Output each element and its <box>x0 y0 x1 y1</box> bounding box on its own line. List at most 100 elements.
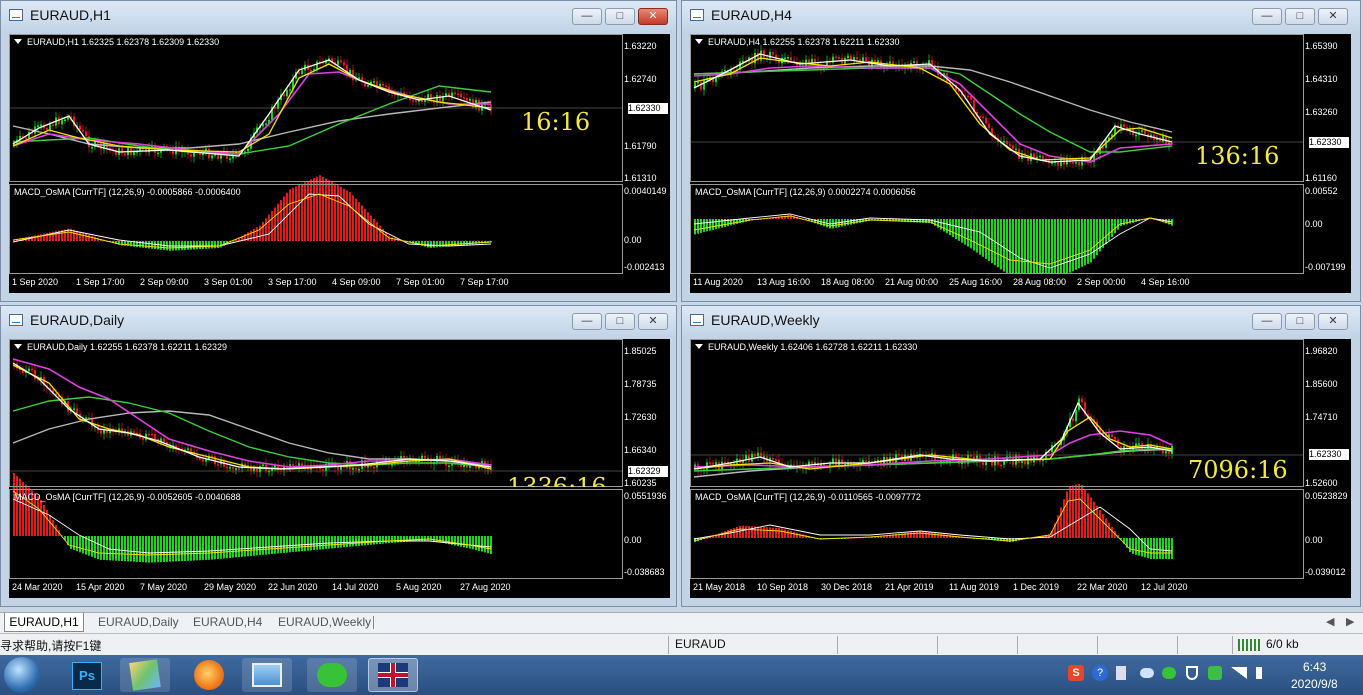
flag-app-icon[interactable] <box>368 658 418 692</box>
close-button[interactable]: ✕ <box>1318 313 1348 330</box>
maximize-button[interactable]: □ <box>1285 313 1315 330</box>
price-tick: 1.61310 <box>624 173 657 183</box>
status-divider <box>668 636 669 654</box>
time-tick: 21 May 2018 <box>693 582 746 592</box>
time-tick: 14 Jul 2020 <box>332 582 379 592</box>
maps-app-icon[interactable] <box>120 658 170 692</box>
wechat-icon[interactable] <box>307 658 357 692</box>
chart-area[interactable]: EURAUD,H4 1.62255 1.62378 1.62211 1.6233… <box>690 34 1351 293</box>
firefox-icon[interactable] <box>184 658 234 692</box>
window-titlebar[interactable]: EURAUD,H4 — □ ✕ <box>682 1 1360 31</box>
sogou-ime-icon[interactable]: S <box>1068 665 1084 681</box>
wechat-tray-icon[interactable] <box>1162 667 1176 679</box>
close-button[interactable]: ✕ <box>1318 8 1348 25</box>
window-titlebar[interactable]: EURAUD,Daily — □ ✕ <box>1 306 676 336</box>
time-tick: 2 Sep 09:00 <box>140 277 189 287</box>
chart-window-icon <box>9 9 23 21</box>
macd-pane <box>690 184 1304 274</box>
time-tick: 5 Aug 2020 <box>396 582 442 592</box>
macd-indicator-label: MACD_OsMA [CurrTF] (12,26,9) 0.0002274 0… <box>695 187 916 197</box>
macd-scale-tick: 0.00 <box>1305 535 1323 545</box>
maximize-button[interactable]: □ <box>1285 8 1315 25</box>
price-tick: 1.62740 <box>624 74 657 84</box>
time-tick: 3 Sep 01:00 <box>204 277 253 287</box>
security-check-icon[interactable] <box>1208 666 1222 680</box>
status-bar: 寻求帮助,请按F1键 EURAUD 6/0 kb <box>0 633 1363 656</box>
chart-window-h4[interactable]: EURAUD,H4 — □ ✕ EURAUD,H4 1.62255 1.6237… <box>681 0 1361 302</box>
price-tick: 1.85600 <box>1305 379 1338 389</box>
current-price-marker: 1.62330 <box>1309 449 1349 460</box>
status-symbol: EURAUD <box>675 637 726 651</box>
time-tick: 13 Aug 16:00 <box>757 277 811 287</box>
collapse-arrow-icon[interactable] <box>14 39 22 44</box>
price-tick: 1.78735 <box>624 379 657 389</box>
minimize-button[interactable]: — <box>1252 313 1282 330</box>
close-button[interactable]: ✕ <box>638 8 668 25</box>
bar-countdown-timer: 136:16 <box>1195 142 1280 170</box>
minimize-button[interactable]: — <box>572 8 602 25</box>
time-tick: 11 Aug 2020 <box>693 277 743 287</box>
window-titlebar[interactable]: EURAUD,H1 — □ ✕ <box>1 1 676 31</box>
chart-area[interactable]: EURAUD,Weekly 1.62406 1.62728 1.62211 1.… <box>690 339 1351 598</box>
ohlc-label: EURAUD,Daily 1.62255 1.62378 1.62211 1.6… <box>14 342 227 352</box>
clock-date[interactable]: 2020/9/8 <box>1291 677 1338 691</box>
time-tick: 29 May 2020 <box>204 582 257 592</box>
status-divider <box>1017 636 1018 654</box>
minimize-button[interactable]: — <box>1252 8 1282 25</box>
time-tick: 7 Sep 17:00 <box>460 277 509 287</box>
chart-area[interactable]: EURAUD,H1 1.62325 1.62378 1.62309 1.6233… <box>9 34 670 293</box>
maximize-button[interactable]: □ <box>605 313 635 330</box>
price-tick: 1.74710 <box>1305 412 1338 422</box>
tray-app-icon[interactable] <box>1116 666 1126 680</box>
tab-scroll-left-icon[interactable]: ◀ <box>1326 615 1334 628</box>
collapse-arrow-icon[interactable] <box>695 39 703 44</box>
macd-pane <box>9 184 623 274</box>
current-price-marker: 1.62330 <box>1309 137 1349 148</box>
volume-muted-icon[interactable] <box>1256 667 1268 679</box>
chart-window-daily[interactable]: EURAUD,Daily — □ ✕ EURAUD,Daily 1.62255 … <box>0 305 677 607</box>
clock-time[interactable]: 6:43 <box>1303 660 1326 674</box>
time-tick: 7 Sep 01:00 <box>396 277 445 287</box>
chart-window-weekly[interactable]: EURAUD,Weekly — □ ✕ EURAUD,Weekly 1.6240… <box>681 305 1361 607</box>
help-hint: 寻求帮助,请按F1键 <box>0 639 102 653</box>
bar-countdown-timer: 1336:16 <box>507 473 607 487</box>
price-tick: 1.61160 <box>1305 173 1337 183</box>
tab-euraud-weekly[interactable]: EURAUD,Weekly <box>278 613 371 632</box>
macd-scale-tick: 0.00552 <box>1305 186 1338 196</box>
price-tick: 1.61790 <box>624 141 657 151</box>
tab-separator <box>373 616 374 629</box>
time-tick: 4 Sep 16:00 <box>1141 277 1190 287</box>
help-icon[interactable]: ? <box>1092 665 1108 681</box>
network-signal-icon[interactable] <box>1231 667 1247 679</box>
macd-scale-tick: -0.002413 <box>624 262 665 272</box>
photo-viewer-icon[interactable] <box>242 658 292 692</box>
tab-euraud-h1[interactable]: EURAUD,H1 <box>4 613 84 632</box>
start-orb-icon[interactable] <box>4 657 40 693</box>
price-tick: 1.60235 <box>624 478 657 488</box>
time-tick: 1 Dec 2019 <box>1013 582 1060 592</box>
close-button[interactable]: ✕ <box>638 313 668 330</box>
collapse-arrow-icon[interactable] <box>695 344 703 349</box>
chart-area[interactable]: EURAUD,Daily 1.62255 1.62378 1.62211 1.6… <box>9 339 670 598</box>
time-tick: 4 Sep 09:00 <box>332 277 381 287</box>
chart-window-h1[interactable]: EURAUD,H1 — □ ✕ EURAUD,H1 1.62325 1.6237… <box>0 0 677 302</box>
shield-icon[interactable] <box>1186 666 1198 680</box>
cloud-icon[interactable] <box>1140 668 1154 678</box>
collapse-arrow-icon[interactable] <box>14 344 22 349</box>
price-tick: 1.85025 <box>624 346 657 356</box>
maximize-button[interactable]: □ <box>605 8 635 25</box>
window-titlebar[interactable]: EURAUD,Weekly — □ ✕ <box>682 306 1360 336</box>
tab-euraud-h4[interactable]: EURAUD,H4 <box>193 613 262 632</box>
chart-window-icon <box>690 314 704 326</box>
ohlc-label: EURAUD,Weekly 1.62406 1.62728 1.62211 1.… <box>695 342 917 352</box>
time-tick: 2 Sep 00:00 <box>1077 277 1126 287</box>
current-price-marker: 1.62330 <box>628 103 668 114</box>
photoshop-icon[interactable]: Ps <box>62 658 112 692</box>
macd-scale-tick: -0.039012 <box>1305 567 1346 577</box>
minimize-button[interactable]: — <box>572 313 602 330</box>
macd-scale-tick: -0.038683 <box>624 567 665 577</box>
price-pane <box>9 339 623 487</box>
tab-scroll-right-icon[interactable]: ▶ <box>1346 615 1354 628</box>
tab-euraud-daily[interactable]: EURAUD,Daily <box>98 613 179 632</box>
time-tick: 1 Sep 17:00 <box>76 277 125 287</box>
